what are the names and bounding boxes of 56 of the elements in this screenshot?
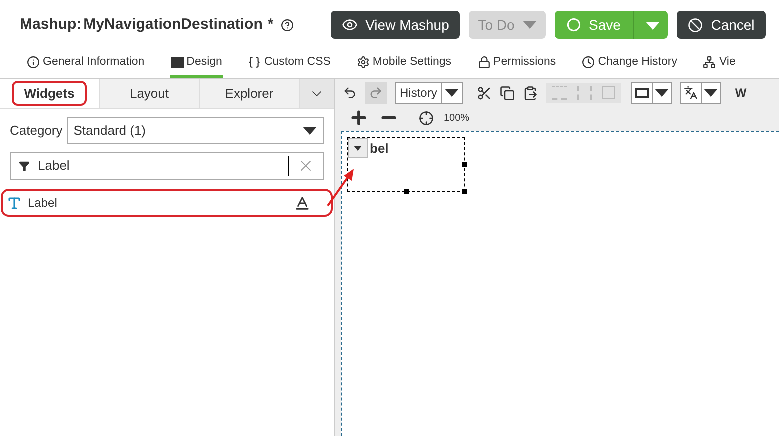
label-widget[interactable]: bel [347,137,465,192]
circle-icon [567,18,581,32]
help-icon[interactable] [280,18,294,32]
mashup-name: MyNavigationDestination [84,14,263,35]
mashup-prefix: Mashup: [20,14,82,35]
page-tab[interactable]: Vie [702,50,737,78]
filter-icon [19,160,30,172]
cancel-button[interactable]: Cancel [677,11,766,39]
hierarchy-icon [703,56,716,69]
gear-icon [356,56,370,69]
crosshair-icon[interactable] [419,110,434,126]
scissors-icon[interactable] [477,86,492,100]
widget-label-text: bel [370,140,389,158]
undo-icon[interactable] [343,86,357,100]
history-dropdown[interactable]: History [395,82,464,104]
text-type-icon [7,196,22,210]
layout-icon [635,88,650,98]
filter-field[interactable]: Label [10,152,324,180]
caret-icon [522,21,537,29]
braces-icon [248,56,262,69]
view-mashup-button[interactable]: View Mashup [331,11,460,39]
zoom-level: 100% [444,112,470,126]
prohibit-icon [688,18,704,32]
category-dropdown[interactable]: Standard (1) [66,117,324,144]
page-tab[interactable]: Custom CSS [247,50,332,78]
eye-icon [342,17,358,33]
window-icon [170,57,184,68]
clock-icon [582,56,596,69]
page-tab[interactable]: General Information [26,50,146,78]
language-dropdown[interactable] [680,82,722,104]
info-icon [27,56,40,69]
resize-handle[interactable] [462,162,467,167]
page-tab[interactable]: Change History [581,50,678,78]
page-tab[interactable]: Permissions [476,50,558,78]
resize-handle[interactable] [462,189,467,194]
layout-dropdown[interactable] [631,82,672,104]
caret-icon [303,126,317,134]
resize-handle[interactable] [404,189,409,194]
drag-arrow [327,168,357,208]
panel-tab[interactable]: Widgets [0,79,100,108]
paste-icon[interactable] [523,86,538,100]
modified-marker: * [268,14,274,35]
translate-icon [684,86,698,100]
caret-icon [655,89,670,97]
category-label: Category [10,122,63,140]
caret-icon [704,89,718,97]
widget-list-item[interactable]: Label [1,189,333,217]
lock-icon [478,56,491,69]
page-tab[interactable]: Mobile Settings [356,50,453,78]
caret-icon [445,89,460,97]
font-style-icon [294,194,311,212]
widget-menu-button[interactable] [348,138,368,158]
dropdown-caret-icon [646,22,660,30]
zoom-in-icon[interactable] [349,108,369,128]
toolbar-cut-text: W [735,85,747,102]
copy-icon[interactable] [500,86,516,100]
